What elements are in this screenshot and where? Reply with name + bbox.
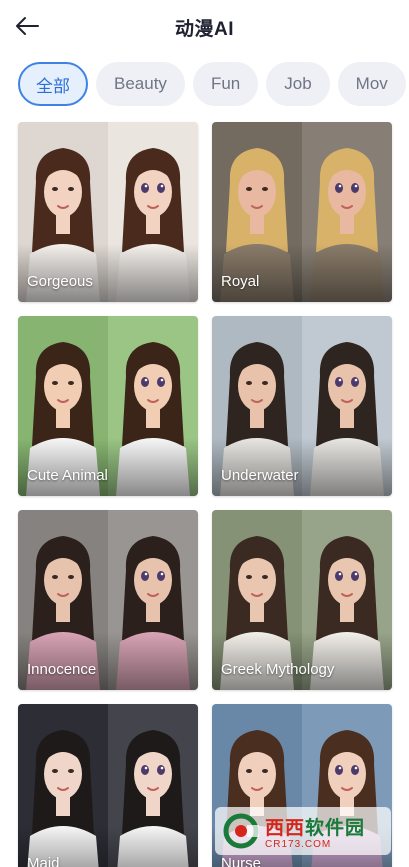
app-screen: 动漫AI 全部 Beauty Fun Job Mov Gorgeous Roya… <box>0 0 409 867</box>
style-card-maid[interactable]: Maid <box>18 704 198 867</box>
style-label: Greek Mythology <box>221 661 335 678</box>
style-label: Innocence <box>27 661 97 678</box>
site-watermark: 西西软件园 CR173.COM <box>215 807 391 855</box>
tab-all[interactable]: 全部 <box>18 62 88 106</box>
style-card-cute-animal[interactable]: Cute Animal <box>18 316 198 496</box>
style-grid: Gorgeous Royal Cute Animal Underwater In… <box>18 122 392 867</box>
style-label: Gorgeous <box>27 273 93 290</box>
style-card-innocence[interactable]: Innocence <box>18 510 198 690</box>
style-label: Underwater <box>221 467 299 484</box>
category-tabs: 全部 Beauty Fun Job Mov <box>18 62 409 108</box>
watermark-logo-icon <box>223 813 259 849</box>
style-label: Royal <box>221 273 260 290</box>
style-label: Cute Animal <box>27 467 108 484</box>
page-title: 动漫AI <box>174 19 234 40</box>
header: 动漫AI <box>0 0 409 52</box>
style-card-royal[interactable]: Royal <box>212 122 392 302</box>
tab-beauty[interactable]: Beauty <box>96 62 185 106</box>
watermark-title: 西西软件园 <box>265 817 366 839</box>
tab-job[interactable]: Job <box>266 62 330 106</box>
tab-fun[interactable]: Fun <box>192 62 259 106</box>
style-label: Maid <box>27 855 60 867</box>
style-card-underwater[interactable]: Underwater <box>212 316 392 496</box>
watermark-subtitle: CR173.COM <box>265 838 332 850</box>
style-label: Nurse <box>221 855 262 867</box>
tab-mov[interactable]: Mov <box>337 62 406 106</box>
style-card-greek-mythology[interactable]: Greek Mythology <box>212 510 392 690</box>
style-card-gorgeous[interactable]: Gorgeous <box>18 122 198 302</box>
